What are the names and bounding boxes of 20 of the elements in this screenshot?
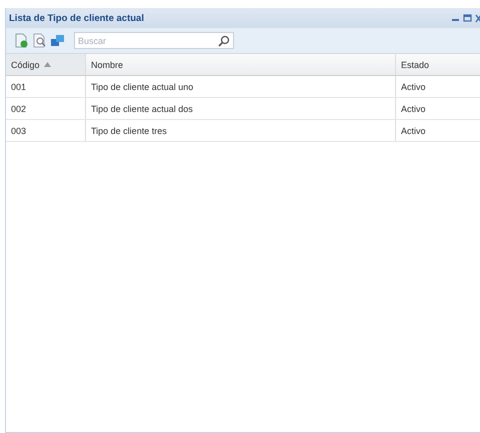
search-document-icon[interactable] <box>32 33 46 48</box>
search-icon[interactable] <box>218 34 230 46</box>
table-cell: Tipo de cliente actual dos <box>86 98 396 119</box>
table-cell: 001 <box>6 76 86 97</box>
table-cell-text: Activo <box>400 80 427 94</box>
table-cell: 003 <box>6 120 86 141</box>
maximize-icon[interactable] <box>463 14 472 22</box>
column-header[interactable]: Nombre <box>86 54 396 75</box>
search-field[interactable]: Buscar <box>74 32 234 49</box>
sort-icon <box>44 62 51 67</box>
add-document-icon[interactable] <box>14 33 28 48</box>
table-cell: 002 <box>6 98 86 119</box>
column-header[interactable]: Estado <box>396 54 480 75</box>
table-cell-text: Activo <box>400 124 427 138</box>
table-cell: Tipo de cliente tres <box>86 120 396 141</box>
column-header[interactable]: Código <box>6 54 86 75</box>
close-icon[interactable] <box>475 14 480 22</box>
table-cell: Tipo de cliente actual uno <box>86 76 396 97</box>
window-title: Lista de Tipo de cliente actual <box>9 12 144 24</box>
table-cell-text: Activo <box>400 102 427 116</box>
